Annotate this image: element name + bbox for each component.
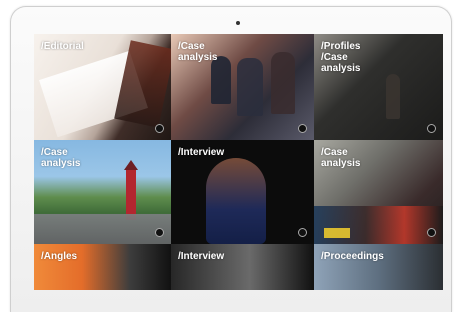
tile-badge [298,124,307,133]
tile-image [237,58,263,116]
tile-image [314,206,443,244]
tile-badge [155,124,164,133]
tile-image [386,74,400,119]
tile-case-analysis-1[interactable]: /Case analysis [171,34,314,140]
tile-badge [427,228,436,237]
tile-label: /Case analysis [41,147,81,169]
tile-angles[interactable]: /Angles [34,244,171,290]
tile-image [126,168,136,220]
camera-dot [236,21,240,25]
tile-label: /Angles [41,251,78,262]
tile-image [206,158,266,244]
tile-badge [427,124,436,133]
tile-badge [155,228,164,237]
tile-interview-2[interactable]: /Interview [171,244,314,290]
tile-editorial[interactable]: /Editorial [34,34,171,140]
tile-badge [298,228,307,237]
tile-proceedings[interactable]: /Proceedings [314,244,443,290]
tile-label: /Case analysis [178,41,218,63]
tile-label: /Interview [178,251,225,262]
tile-image [324,228,350,238]
tile-label: /Interview [178,147,225,158]
tile-interview-1[interactable]: /Interview [171,140,314,244]
tile-image [124,160,138,170]
tile-image [271,52,295,114]
tile-label: /Profiles /Case analysis [321,41,361,74]
tile-image [211,56,231,104]
tile-label: /Editorial [41,41,84,52]
tile-label: /Proceedings [321,251,384,262]
screen: /Editorial /Case analysis /Profiles /Cas… [34,34,443,290]
tile-image [34,214,171,244]
tile-label: /Case analysis [321,147,361,169]
tile-case-analysis-3[interactable]: /Case analysis [314,140,443,244]
tile-profiles-case-analysis[interactable]: /Profiles /Case analysis [314,34,443,140]
tile-case-analysis-2[interactable]: /Case analysis [34,140,171,244]
